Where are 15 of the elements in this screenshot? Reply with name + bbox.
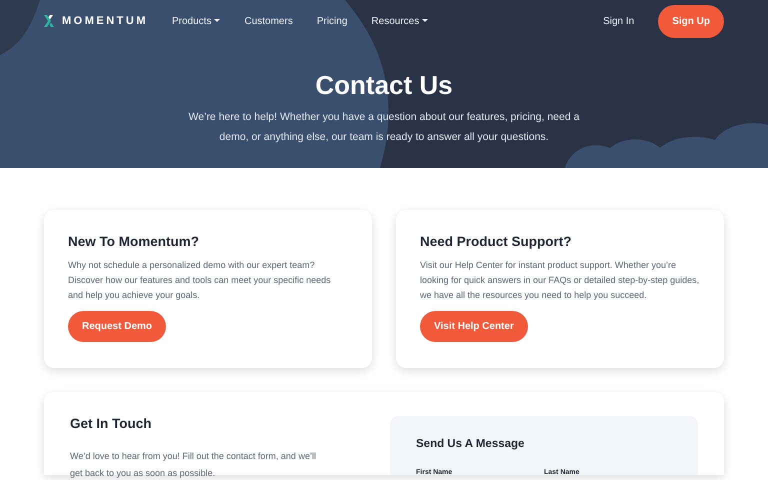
page-title: Contact Us (314, 70, 454, 102)
nav-link[interactable]: Pricing (316, 14, 348, 28)
sign-in-link[interactable]: Sign In (603, 14, 634, 28)
contact-title: Get In Touch (70, 416, 152, 432)
form-title: Send Us A Message (416, 438, 526, 452)
card-title: Need Product Support? (420, 234, 572, 250)
brand-name[interactable]: MOMENTUM (62, 12, 148, 30)
contact-text: We’d love to hear from you! Fill out the contact form, and we’ll get back to you as soon as possible. (70, 450, 317, 480)
card-text: Visit our Help Center for instant product support. Whether you’re looking for quick answers in our FAQs or detailed step-by-step guides, we have all the resources you need to help you succeed. (420, 259, 700, 302)
nav-link[interactable]: Resources (371, 14, 428, 28)
page-subtitle: We’re here to help! Whether you have a question about our features, pricing, need a demo, or anything else, our team is ready to answer all your questions. (188, 110, 580, 146)
card-text: Why not schedule a personalized demo with our expert team? Discover how our features and tools can meet your specific needs and help you achieve your goals. (68, 259, 332, 302)
card-title: New To Momentum? (68, 234, 200, 250)
nav-link[interactable]: Products (172, 14, 220, 28)
nav-link[interactable]: Customers (244, 14, 293, 28)
